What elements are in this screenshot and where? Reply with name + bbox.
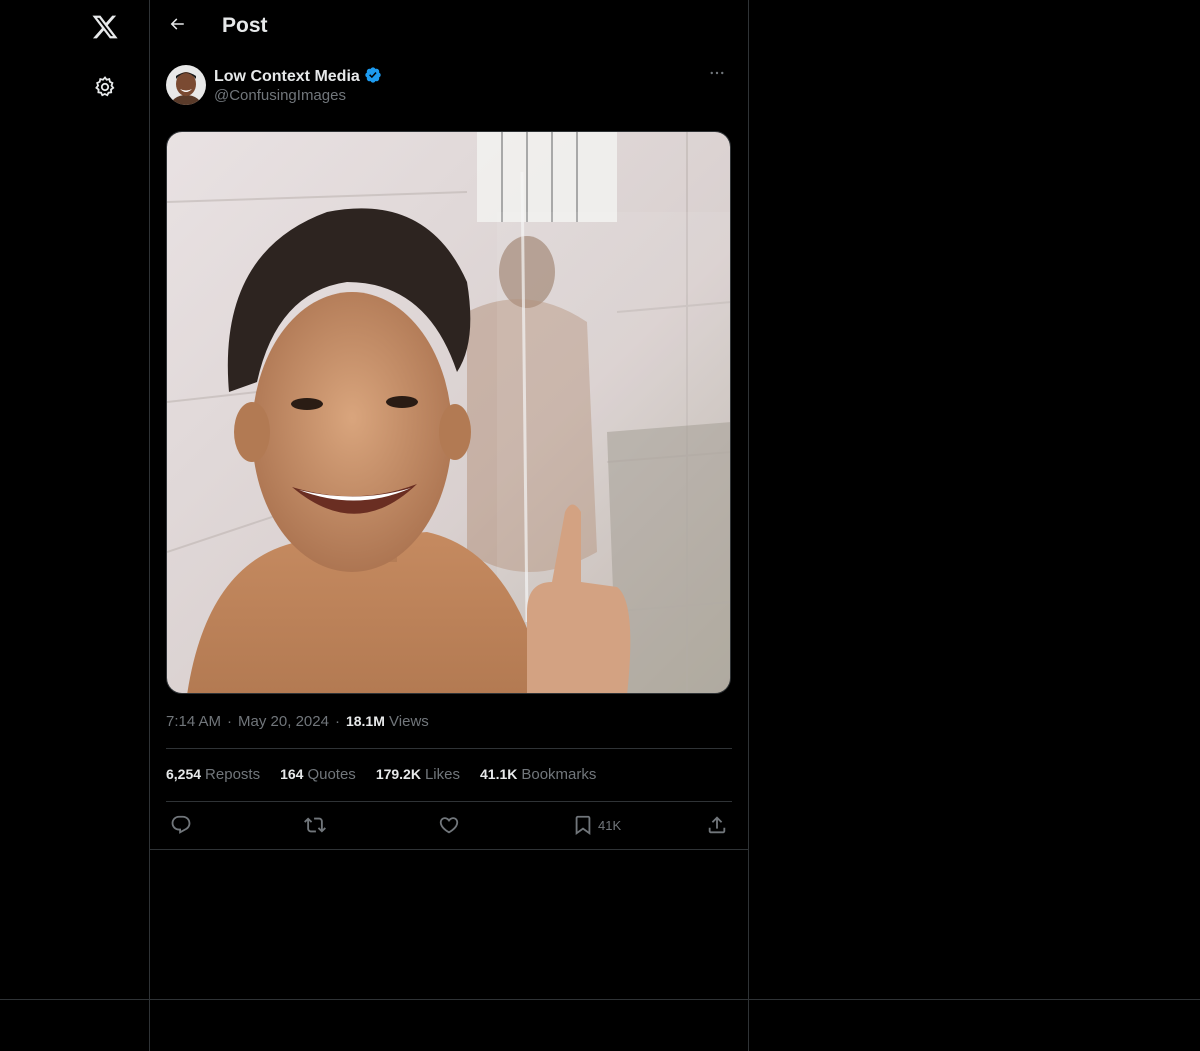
meta-separator: · bbox=[227, 713, 233, 730]
heart-icon bbox=[438, 814, 460, 836]
page-title: Post bbox=[222, 14, 268, 37]
post-author: Low Context Media @ConfusingImages bbox=[166, 64, 732, 110]
avatar[interactable] bbox=[166, 65, 206, 105]
post-meta: 7:14 AM · May 20, 2024 · 18.1M Views bbox=[166, 713, 429, 730]
verified-badge-icon bbox=[364, 66, 382, 89]
arrow-left-icon bbox=[168, 15, 186, 38]
repost-button[interactable] bbox=[304, 811, 326, 839]
stat-likes[interactable]: 179.2K Likes bbox=[376, 766, 460, 783]
gear-icon[interactable] bbox=[88, 70, 122, 104]
post-actions: 41K bbox=[166, 811, 732, 841]
share-button[interactable] bbox=[706, 811, 728, 839]
x-logo-icon[interactable] bbox=[88, 10, 122, 44]
author-display-name[interactable]: Low Context Media bbox=[214, 66, 382, 89]
views-count: 18.1M bbox=[345, 713, 385, 729]
bookmark-icon bbox=[572, 814, 594, 836]
stat-label: Likes bbox=[424, 766, 460, 783]
stat-label: Reposts bbox=[205, 766, 261, 783]
left-nav bbox=[0, 0, 150, 1051]
bookmark-count: 41K bbox=[598, 817, 622, 833]
reply-button[interactable] bbox=[170, 811, 192, 839]
back-button[interactable] bbox=[162, 11, 192, 41]
author-handle[interactable]: @ConfusingImages bbox=[214, 87, 346, 104]
post-photo[interactable] bbox=[166, 131, 731, 694]
stat-label: Quotes bbox=[307, 766, 356, 783]
views-label: Views bbox=[389, 713, 429, 730]
post-time[interactable]: 7:14 AM bbox=[166, 713, 221, 730]
post-column: Post Low Context Media @ConfusingImages bbox=[150, 0, 749, 1051]
meta-separator: · bbox=[334, 713, 340, 730]
reply-icon bbox=[170, 814, 192, 836]
stat-reposts[interactable]: 6,254 Reposts bbox=[166, 766, 260, 783]
bookmark-button[interactable]: 41K bbox=[572, 811, 621, 839]
like-button[interactable] bbox=[438, 811, 460, 839]
divider bbox=[150, 849, 748, 850]
divider bbox=[166, 801, 732, 802]
stat-quotes[interactable]: 164 Quotes bbox=[280, 766, 356, 783]
more-horizontal-icon bbox=[708, 64, 726, 87]
post-date[interactable]: May 20, 2024 bbox=[238, 713, 329, 730]
stat-bookmarks[interactable]: 41.1K Bookmarks bbox=[480, 766, 596, 783]
stat-count: 41.1K bbox=[480, 766, 518, 782]
stat-label: Bookmarks bbox=[521, 766, 597, 783]
bottom-divider bbox=[0, 999, 1200, 1000]
stat-count: 164 bbox=[280, 766, 304, 782]
more-button[interactable] bbox=[702, 64, 732, 86]
display-name-text: Low Context Media bbox=[214, 68, 360, 85]
post-stats: 6,254 Reposts 164 Quotes 179.2K Likes 41.1K… bbox=[166, 766, 596, 783]
stat-count: 179.2K bbox=[375, 766, 421, 782]
repost-icon bbox=[304, 814, 326, 836]
share-icon bbox=[706, 814, 728, 836]
stat-count: 6,254 bbox=[166, 766, 202, 782]
post-header: Post bbox=[150, 0, 748, 54]
divider bbox=[166, 748, 732, 749]
